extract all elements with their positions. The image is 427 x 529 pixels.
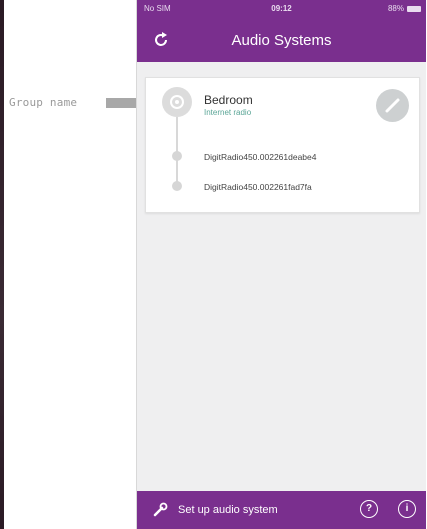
speaker-group-icon bbox=[170, 95, 184, 109]
setup-audio-system-button[interactable]: Set up audio system bbox=[178, 504, 278, 516]
phone-screen: No SIM 09:12 88% Audio Systems Bedroom I… bbox=[136, 0, 426, 529]
left-edge-strip bbox=[0, 0, 4, 529]
edit-group-button[interactable] bbox=[376, 89, 409, 122]
help-button[interactable]: ? bbox=[360, 500, 378, 518]
device-name[interactable]: DigitRadio450.002261fad7fa bbox=[204, 182, 312, 192]
annotation-label: Group name bbox=[9, 96, 78, 109]
device-name[interactable]: DigitRadio450.002261deabe4 bbox=[204, 152, 316, 162]
battery-icon bbox=[407, 6, 421, 12]
device-dot bbox=[172, 151, 182, 161]
status-time: 09:12 bbox=[271, 4, 292, 13]
nav-bar: Audio Systems bbox=[137, 18, 426, 62]
group-source: Internet radio bbox=[204, 108, 252, 117]
status-bar: No SIM 09:12 88% bbox=[137, 0, 426, 18]
device-dot bbox=[172, 181, 182, 191]
wrench-icon bbox=[153, 502, 168, 517]
group-icon bbox=[162, 87, 192, 117]
page-title: Audio Systems bbox=[231, 32, 332, 49]
pencil-icon bbox=[385, 98, 400, 113]
info-button[interactable]: i bbox=[398, 500, 416, 518]
battery-percent: 88% bbox=[387, 4, 404, 13]
group-name: Bedroom bbox=[204, 93, 253, 107]
bottom-bar: Set up audio system ? i bbox=[137, 491, 426, 529]
group-card[interactable]: Bedroom Internet radio DigitRadio450.002… bbox=[145, 77, 420, 213]
